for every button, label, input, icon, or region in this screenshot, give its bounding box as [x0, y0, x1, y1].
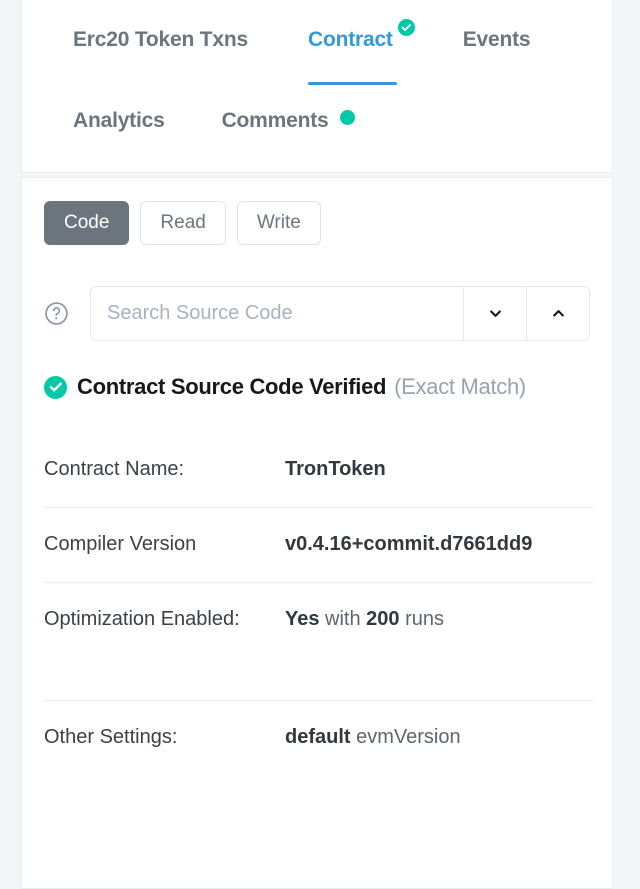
search-source-code-row — [44, 286, 590, 341]
tab-events[interactable]: Events — [463, 28, 531, 56]
search-next-button[interactable] — [463, 287, 526, 340]
active-tab-underline — [307, 82, 397, 85]
tab-analytics[interactable]: Analytics — [73, 109, 165, 137]
table-row: Other Settings: default evmVersion — [44, 701, 594, 775]
check-circle-icon — [44, 375, 67, 399]
detail-value-strong: default — [285, 726, 351, 748]
detail-value: v0.4.16+commit.d7661dd9 — [285, 529, 594, 560]
write-button[interactable]: Write — [236, 201, 321, 245]
detail-value-rest: runs — [399, 608, 445, 630]
detail-label: Compiler Version — [44, 533, 197, 555]
tab-label: Contract — [307, 28, 393, 51]
detail-value-strong: TronToken — [285, 458, 386, 480]
tab-label: Events — [462, 28, 531, 51]
table-row: Optimization Enabled: Yes with 200 runs — [44, 583, 594, 701]
verified-title: Contract Source Code Verified — [77, 374, 387, 399]
detail-label: Other Settings: — [44, 726, 178, 748]
check-circle-icon — [397, 19, 415, 36]
table-row: Contract Name: TronToken — [44, 433, 594, 508]
table-row: Compiler Version v0.4.16+commit.d7661dd9 — [44, 508, 594, 583]
contract-body-card: Code Read Write Search Source Code Contr… — [21, 177, 613, 889]
detail-value: Yes with 200 runs — [285, 604, 594, 635]
contract-verified-banner: Contract Source Code Verified (Exact Mat… — [44, 374, 590, 400]
detail-value-rest: evmVersion — [350, 726, 461, 748]
detail-value-strong: Yes — [285, 608, 320, 630]
search-input[interactable] — [91, 287, 463, 340]
tab-row-primary: Erc20 Token Txns Contract Events — [22, 19, 612, 85]
contract-page: Erc20 Token Txns Contract Events Analyti… — [0, 0, 640, 889]
detail-value-strong-2: 200 — [366, 608, 400, 630]
tab-comments[interactable]: Comments — [221, 109, 355, 137]
tab-contract[interactable]: Contract — [307, 19, 415, 85]
detail-value: TronToken — [285, 454, 594, 485]
detail-label: Contract Name: — [44, 458, 185, 480]
tab-erc20-token-txns[interactable]: Erc20 Token Txns — [73, 28, 248, 56]
detail-label: Optimization Enabled: — [44, 608, 240, 630]
tab-label: Analytics — [73, 109, 165, 132]
tab-label: Erc20 Token Txns — [73, 28, 248, 51]
search-prev-button[interactable] — [526, 287, 589, 340]
tab-row-secondary: Analytics Comments — [22, 109, 612, 137]
search-input-group — [90, 286, 590, 341]
contract-details-list: Contract Name: TronToken Compiler Versio… — [44, 433, 594, 775]
question-circle-icon[interactable] — [44, 301, 69, 326]
code-button[interactable]: Code — [44, 201, 130, 245]
tabs-card: Erc20 Token Txns Contract Events Analyti… — [21, 0, 613, 173]
detail-value-mid: with — [319, 608, 367, 630]
verified-match-type: (Exact Match) — [394, 374, 526, 399]
detail-value-strong: v0.4.16+commit.d7661dd9 — [285, 533, 533, 555]
tab-label: Comments — [221, 109, 329, 132]
contract-mode-buttons: Code Read Write — [44, 201, 321, 245]
read-button[interactable]: Read — [140, 201, 226, 245]
detail-value: default evmVersion — [285, 722, 594, 753]
dot-icon — [339, 110, 355, 125]
